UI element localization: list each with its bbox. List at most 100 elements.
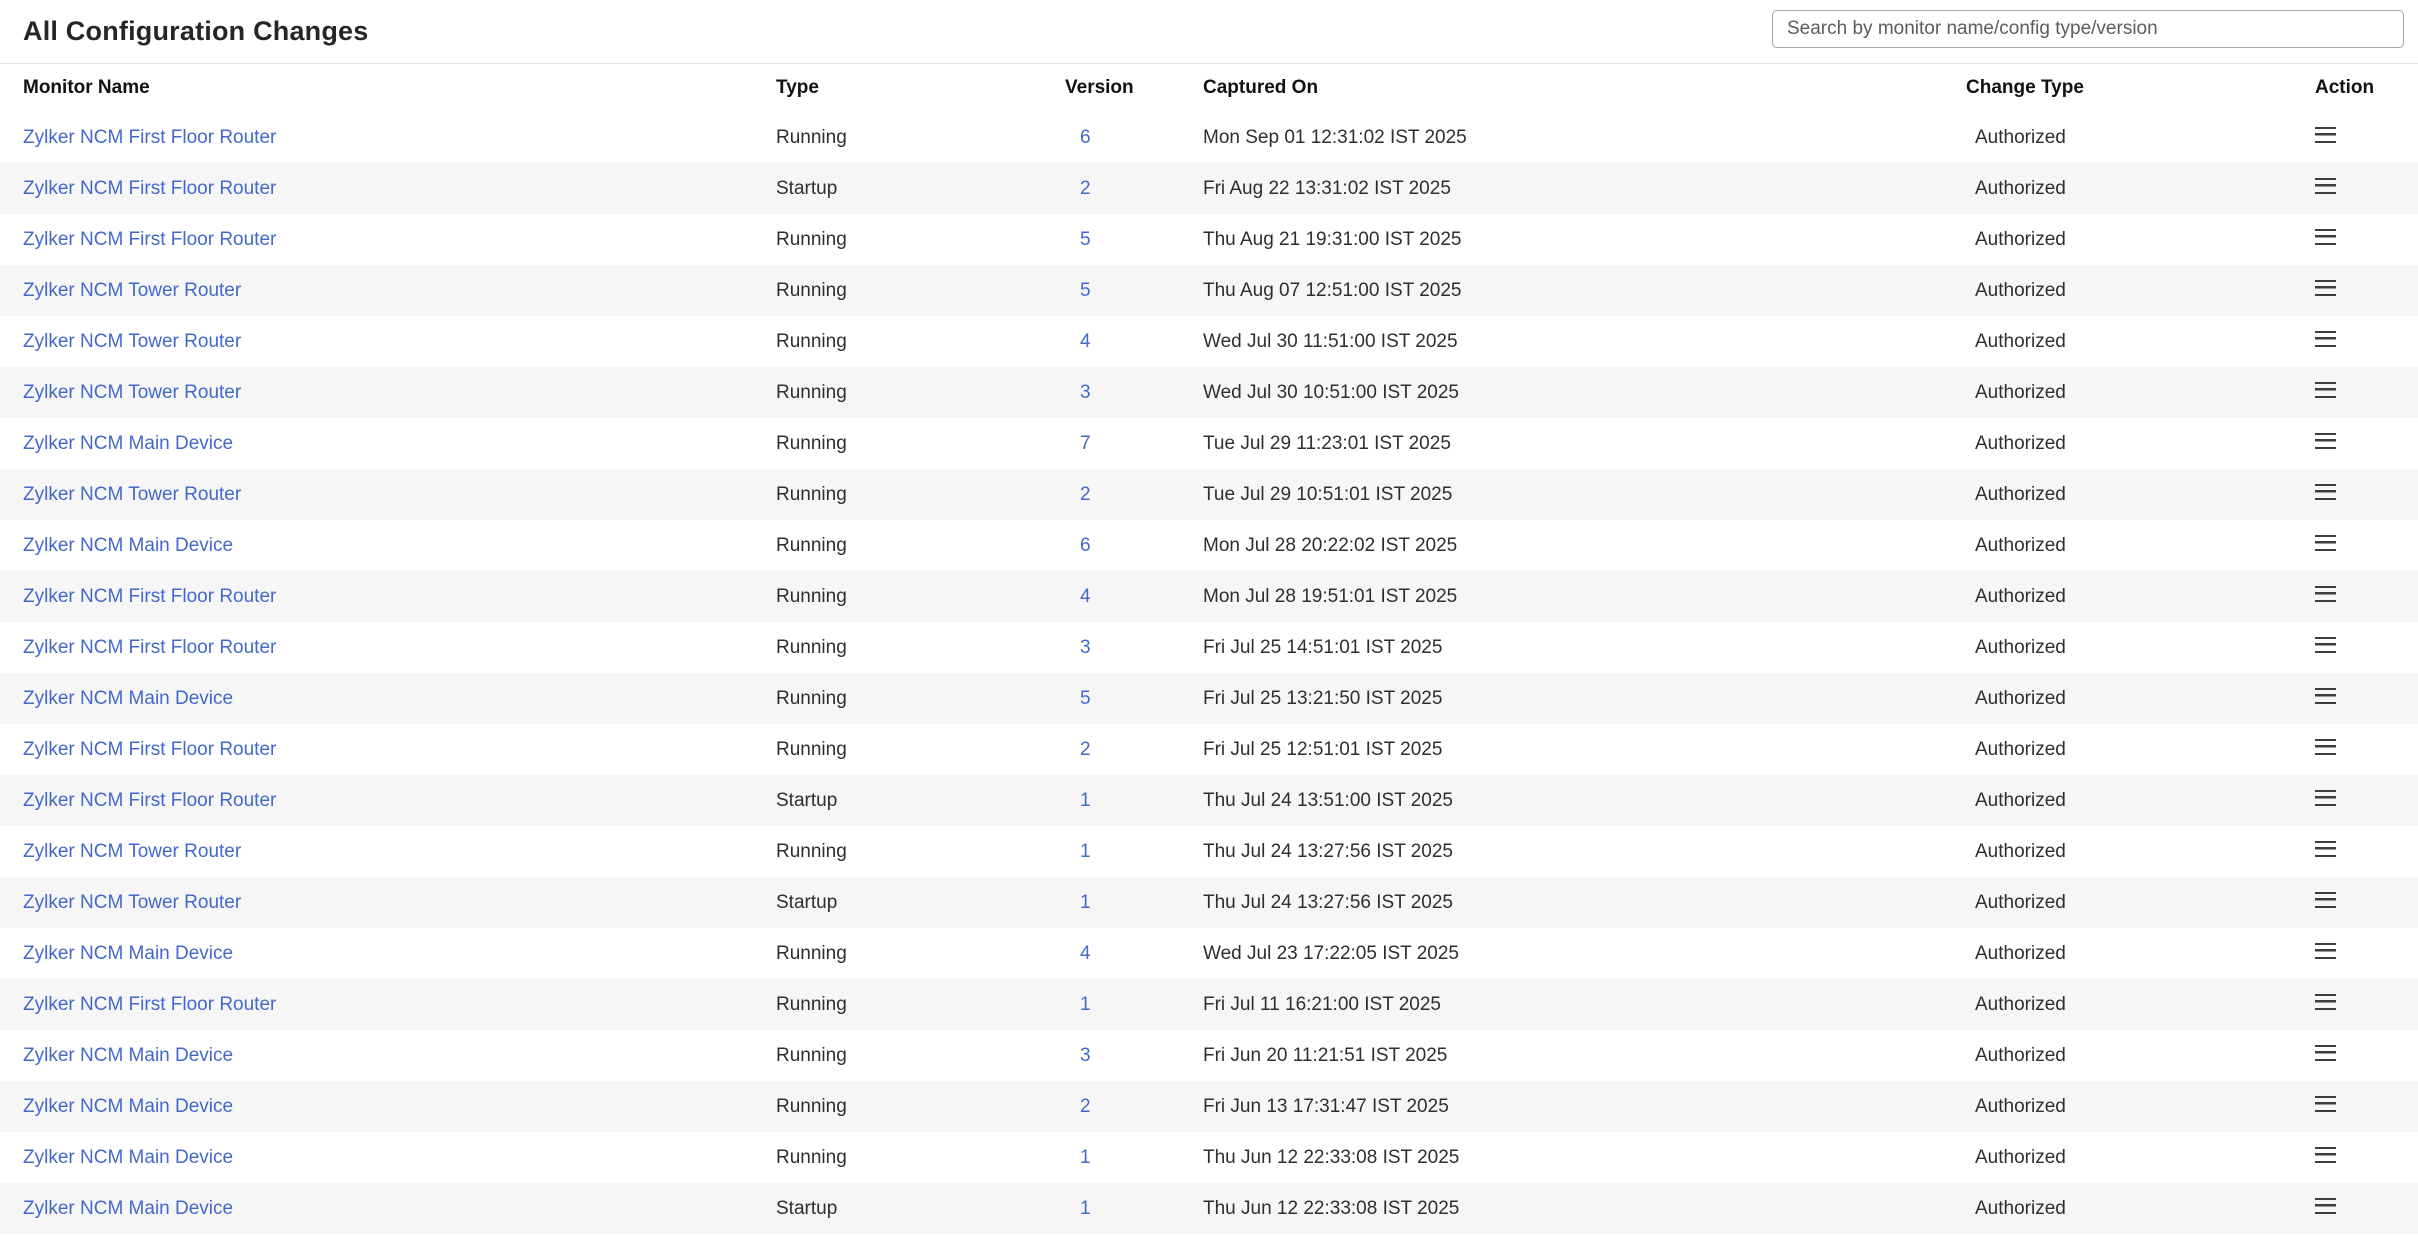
hamburger-menu-icon[interactable]: [2315, 586, 2336, 602]
version-link[interactable]: 2: [1080, 178, 1091, 199]
hamburger-menu-icon[interactable]: [2315, 229, 2336, 245]
monitor-name-link[interactable]: Zylker NCM Main Device: [23, 1045, 233, 1066]
hamburger-menu-icon[interactable]: [2315, 1147, 2336, 1163]
version-link[interactable]: 4: [1080, 943, 1091, 964]
monitor-name-link[interactable]: Zylker NCM Tower Router: [23, 841, 241, 862]
action-cell: [2313, 790, 2418, 812]
version-link[interactable]: 1: [1080, 994, 1091, 1015]
hamburger-menu-icon[interactable]: [2315, 790, 2336, 806]
version-link[interactable]: 1: [1080, 892, 1091, 913]
monitor-name-link[interactable]: Zylker NCM Main Device: [23, 535, 233, 556]
monitor-name-link[interactable]: Zylker NCM Main Device: [23, 1147, 233, 1168]
version-link[interactable]: 1: [1080, 790, 1091, 811]
hamburger-menu-icon[interactable]: [2315, 892, 2336, 908]
monitor-name-link[interactable]: Zylker NCM Main Device: [23, 1096, 233, 1117]
captured-on-cell: Wed Jul 30 11:51:00 IST 2025: [1203, 331, 1966, 353]
monitor-name-link[interactable]: Zylker NCM Tower Router: [23, 331, 241, 352]
version-link[interactable]: 4: [1080, 331, 1091, 352]
monitor-name-link[interactable]: Zylker NCM First Floor Router: [23, 178, 276, 199]
version-link[interactable]: 3: [1080, 382, 1091, 403]
monitor-name-link[interactable]: Zylker NCM Main Device: [23, 688, 233, 709]
monitor-name-link[interactable]: Zylker NCM Tower Router: [23, 382, 241, 403]
version-cell: 3: [1065, 637, 1203, 659]
version-link[interactable]: 1: [1080, 1198, 1091, 1219]
monitor-name-cell: Zylker NCM Tower Router: [0, 841, 776, 863]
monitor-name-cell: Zylker NCM Main Device: [0, 535, 776, 557]
version-link[interactable]: 1: [1080, 1147, 1091, 1168]
captured-on-cell: Thu Aug 07 12:51:00 IST 2025: [1203, 280, 1966, 302]
monitor-name-cell: Zylker NCM Tower Router: [0, 331, 776, 353]
captured-on-cell: Thu Jul 24 13:27:56 IST 2025: [1203, 892, 1966, 914]
version-link[interactable]: 3: [1080, 637, 1091, 658]
monitor-name-link[interactable]: Zylker NCM First Floor Router: [23, 790, 276, 811]
version-link[interactable]: 2: [1080, 484, 1091, 505]
hamburger-menu-icon[interactable]: [2315, 994, 2336, 1010]
monitor-name-link[interactable]: Zylker NCM Main Device: [23, 943, 233, 964]
version-cell: 4: [1065, 331, 1203, 353]
change-type-cell: Authorized: [1966, 178, 2313, 200]
monitor-name-link[interactable]: Zylker NCM Main Device: [23, 433, 233, 454]
hamburger-menu-icon[interactable]: [2315, 688, 2336, 704]
version-link[interactable]: 1: [1080, 841, 1091, 862]
hamburger-menu-icon[interactable]: [2315, 739, 2336, 755]
monitor-name-link[interactable]: Zylker NCM Tower Router: [23, 484, 241, 505]
hamburger-menu-icon[interactable]: [2315, 1045, 2336, 1061]
hamburger-menu-icon[interactable]: [2315, 178, 2336, 194]
version-link[interactable]: 2: [1080, 1096, 1091, 1117]
captured-on-cell: Thu Jun 12 22:33:08 IST 2025: [1203, 1198, 1966, 1220]
monitor-name-link[interactable]: Zylker NCM Tower Router: [23, 892, 241, 913]
version-cell: 1: [1065, 1147, 1203, 1169]
version-link[interactable]: 5: [1080, 280, 1091, 301]
monitor-name-cell: Zylker NCM First Floor Router: [0, 229, 776, 251]
version-cell: 5: [1065, 688, 1203, 710]
hamburger-menu-icon[interactable]: [2315, 280, 2336, 296]
version-link[interactable]: 2: [1080, 739, 1091, 760]
monitor-name-link[interactable]: Zylker NCM Tower Router: [23, 280, 241, 301]
config-type-cell: Running: [776, 331, 1065, 353]
captured-on-cell: Thu Jul 24 13:27:56 IST 2025: [1203, 841, 1966, 863]
captured-on-cell: Thu Jun 12 22:33:08 IST 2025: [1203, 1147, 1966, 1169]
config-type-cell: Running: [776, 739, 1065, 761]
hamburger-menu-icon[interactable]: [2315, 1198, 2336, 1214]
monitor-name-link[interactable]: Zylker NCM First Floor Router: [23, 637, 276, 658]
configuration-changes-page: All Configuration Changes Monitor Name T…: [0, 0, 2418, 1234]
change-type-cell: Authorized: [1966, 892, 2313, 914]
action-cell: [2313, 637, 2418, 659]
hamburger-menu-icon[interactable]: [2315, 382, 2336, 398]
version-link[interactable]: 5: [1080, 688, 1091, 709]
version-link[interactable]: 4: [1080, 586, 1091, 607]
table-row: Zylker NCM Tower Router Startup 1 Thu Ju…: [0, 877, 2418, 928]
hamburger-menu-icon[interactable]: [2315, 331, 2336, 347]
monitor-name-link[interactable]: Zylker NCM Main Device: [23, 1198, 233, 1219]
search-input[interactable]: [1772, 10, 2404, 48]
monitor-name-link[interactable]: Zylker NCM First Floor Router: [23, 994, 276, 1015]
action-cell: [2313, 1045, 2418, 1067]
monitor-name-cell: Zylker NCM First Floor Router: [0, 739, 776, 761]
version-link[interactable]: 6: [1080, 535, 1091, 556]
version-link[interactable]: 6: [1080, 127, 1091, 148]
version-link[interactable]: 3: [1080, 1045, 1091, 1066]
captured-on-cell: Thu Jul 24 13:51:00 IST 2025: [1203, 790, 1966, 812]
monitor-name-cell: Zylker NCM Main Device: [0, 1147, 776, 1169]
hamburger-menu-icon[interactable]: [2315, 484, 2336, 500]
column-header-change-type: Change Type: [1966, 77, 2313, 99]
hamburger-menu-icon[interactable]: [2315, 127, 2336, 143]
hamburger-menu-icon[interactable]: [2315, 433, 2336, 449]
monitor-name-link[interactable]: Zylker NCM First Floor Router: [23, 229, 276, 250]
monitor-name-link[interactable]: Zylker NCM First Floor Router: [23, 127, 276, 148]
change-type-cell: Authorized: [1966, 1045, 2313, 1067]
version-cell: 1: [1065, 892, 1203, 914]
hamburger-menu-icon[interactable]: [2315, 943, 2336, 959]
hamburger-menu-icon[interactable]: [2315, 637, 2336, 653]
config-type-cell: Running: [776, 1096, 1065, 1118]
monitor-name-link[interactable]: Zylker NCM First Floor Router: [23, 586, 276, 607]
monitor-name-link[interactable]: Zylker NCM First Floor Router: [23, 739, 276, 760]
version-link[interactable]: 7: [1080, 433, 1091, 454]
table-body: Zylker NCM First Floor Router Running 6 …: [0, 112, 2418, 1234]
column-header-captured-on: Captured On: [1203, 77, 1966, 99]
hamburger-menu-icon[interactable]: [2315, 1096, 2336, 1112]
version-link[interactable]: 5: [1080, 229, 1091, 250]
hamburger-menu-icon[interactable]: [2315, 535, 2336, 551]
captured-on-cell: Mon Sep 01 12:31:02 IST 2025: [1203, 127, 1966, 149]
hamburger-menu-icon[interactable]: [2315, 841, 2336, 857]
